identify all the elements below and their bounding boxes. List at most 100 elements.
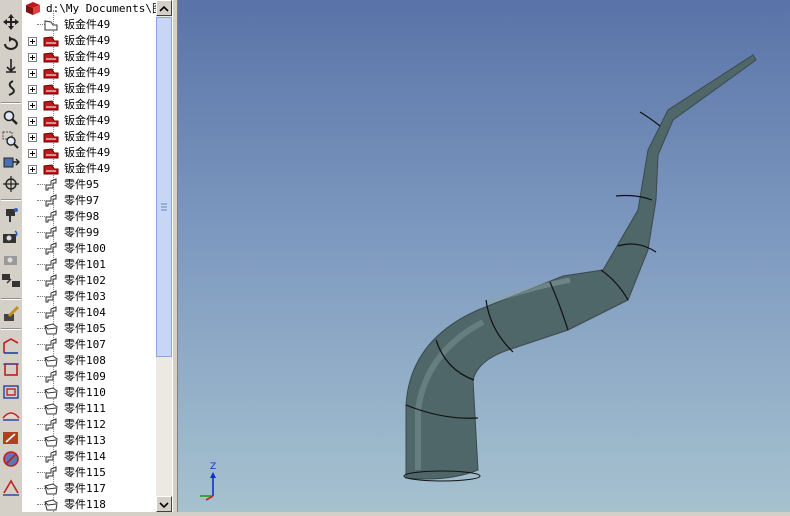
arrow-icon[interactable] (1, 428, 21, 448)
scroll-up-button[interactable] (156, 0, 172, 16)
tree-item-label: 零件117 (64, 482, 106, 495)
3d-viewport[interactable]: Z (178, 0, 790, 512)
tree-item[interactable]: 钣金件49 (22, 129, 156, 145)
expand-icon[interactable] (28, 101, 37, 110)
tree-item-label: 钣金件49 (64, 114, 111, 127)
part-icon (42, 353, 60, 369)
tree-item-label: 零件118 (64, 498, 106, 511)
tree-item-label: 零件95 (64, 178, 100, 191)
part-icon (42, 225, 60, 241)
part-icon (42, 337, 60, 353)
tree-root[interactable]: d:\My Documents\图 (22, 1, 156, 17)
tree-item-label: 零件109 (64, 370, 106, 383)
tree-item[interactable]: 零件117 (22, 481, 156, 497)
tree-item[interactable]: 钣金件49 (22, 113, 156, 129)
tree-item[interactable]: 零件108 (22, 353, 156, 369)
frame-icon[interactable] (1, 382, 21, 402)
axis-z-label: Z (210, 462, 216, 472)
surface-icon[interactable] (1, 404, 21, 424)
tree-item-label: 零件101 (64, 258, 106, 271)
part-icon (42, 305, 60, 321)
part-icon (42, 465, 60, 481)
walk-icon[interactable] (1, 56, 21, 76)
tree-item-label: 钣金件49 (64, 34, 111, 47)
tree-item[interactable]: 零件113 (22, 433, 156, 449)
move-icon[interactable] (1, 12, 21, 32)
model-tree[interactable]: d:\My Documents\图 钣金件49 钣金件49 钣金件49 钣金件49 钣金… (22, 0, 156, 512)
tree-item[interactable]: 零件99 (22, 225, 156, 241)
tree-item-label: 钣金件49 (64, 18, 111, 31)
circle-slash-icon[interactable] (1, 449, 21, 469)
tree-item-label: 零件111 (64, 402, 106, 415)
tree-item[interactable]: 钣金件49 (22, 65, 156, 81)
tree-item[interactable]: 零件104 (22, 305, 156, 321)
tree-item[interactable]: 零件102 (22, 273, 156, 289)
center-icon[interactable] (1, 174, 21, 194)
tree-item-label: 钣金件49 (64, 146, 111, 159)
tree-item-label: 零件114 (64, 450, 106, 463)
part-icon (42, 497, 60, 512)
tree-item-label: 钣金件49 (64, 130, 111, 143)
tree-item[interactable]: 零件107 (22, 337, 156, 353)
sheet-metal-icon (42, 49, 60, 65)
zoom-area-icon[interactable] (1, 130, 21, 150)
camera-disabled-icon[interactable] (1, 249, 21, 269)
pencil-icon[interactable] (1, 304, 21, 324)
tree-item[interactable]: 钣金件49 (22, 49, 156, 65)
tree-item[interactable]: 零件112 (22, 417, 156, 433)
expand-icon[interactable] (28, 165, 37, 174)
tree-item[interactable]: 零件111 (22, 401, 156, 417)
tree-item[interactable]: 零件105 (22, 321, 156, 337)
tree-item[interactable]: 零件114 (22, 449, 156, 465)
part-icon (42, 273, 60, 289)
expand-icon[interactable] (28, 117, 37, 126)
part-icon (42, 449, 60, 465)
sketch-icon[interactable] (1, 336, 21, 356)
view-orient-icon[interactable] (1, 152, 21, 172)
tree-item[interactable]: 零件103 (22, 289, 156, 305)
tree-item[interactable]: 零件95 (22, 177, 156, 193)
sheet-metal-icon (42, 33, 60, 49)
expand-icon[interactable] (28, 37, 37, 46)
tree-item[interactable]: 零件118 (22, 497, 156, 512)
expand-icon[interactable] (28, 133, 37, 142)
tree-item-label: 零件115 (64, 466, 106, 479)
tree-item[interactable]: 零件100 (22, 241, 156, 257)
expand-icon[interactable] (28, 149, 37, 158)
camera-fit-icon[interactable] (1, 271, 21, 291)
tree-item[interactable]: 零件97 (22, 193, 156, 209)
tree-item-label: 零件102 (64, 274, 106, 287)
tree-item[interactable]: 零件98 (22, 209, 156, 225)
rotate-icon[interactable] (1, 34, 21, 54)
path-icon[interactable] (1, 78, 21, 98)
tree-item-label: 零件110 (64, 386, 106, 399)
expand-icon[interactable] (28, 85, 37, 94)
tree-item[interactable]: 钣金件49 (22, 17, 156, 33)
scroll-down-button[interactable] (156, 496, 172, 512)
tree-item-label: 钣金件49 (64, 98, 111, 111)
tree-item[interactable]: 钣金件49 (22, 33, 156, 49)
zoom-icon[interactable] (1, 108, 21, 128)
tree-item[interactable]: 零件101 (22, 257, 156, 273)
camera-icon[interactable] (1, 227, 21, 247)
part-icon (42, 481, 60, 497)
tree-item[interactable]: 钣金件49 (22, 81, 156, 97)
expand-icon[interactable] (28, 53, 37, 62)
tree-item-label: 零件108 (64, 354, 106, 367)
tree-item[interactable]: 钣金件49 (22, 161, 156, 177)
scroll-thumb[interactable] (156, 17, 172, 357)
tree-item[interactable]: 零件109 (22, 369, 156, 385)
sheet-metal-icon (42, 113, 60, 129)
camera-target-icon[interactable] (1, 205, 21, 225)
tree-item[interactable]: 零件115 (22, 465, 156, 481)
tree-scrollbar[interactable] (156, 0, 172, 512)
tree-item[interactable]: 钣金件49 (22, 97, 156, 113)
tree-item[interactable]: 钣金件49 (22, 145, 156, 161)
expand-icon[interactable] (28, 69, 37, 78)
tree-item-label: 零件105 (64, 322, 106, 335)
sheet-metal-icon (42, 129, 60, 145)
tree-item[interactable]: 零件110 (22, 385, 156, 401)
rectangle-icon[interactable] (1, 359, 21, 379)
part-icon (42, 241, 60, 257)
measure-icon[interactable] (1, 477, 21, 497)
